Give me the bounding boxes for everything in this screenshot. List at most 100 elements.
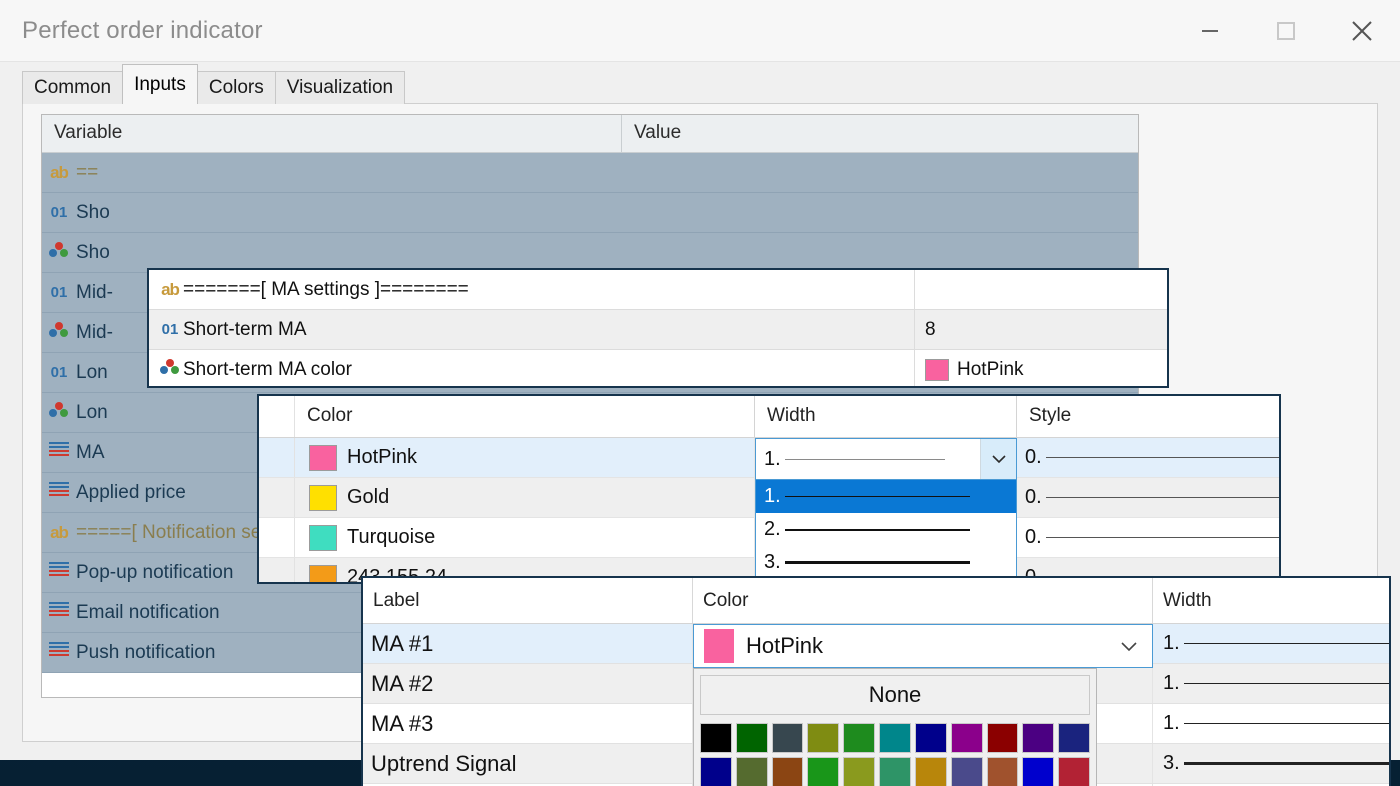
ma-settings-panel: ab =======[ MA settings ]======== 01 Short-… (147, 268, 1169, 388)
palette-swatch[interactable] (735, 757, 768, 786)
palette-swatch[interactable] (879, 723, 911, 753)
title-bar: Perfect order indicator (0, 0, 1400, 62)
dialog-window: Perfect order indicator Common Inputs Colo… (0, 0, 1400, 786)
palette-swatch[interactable] (771, 723, 804, 753)
palette-swatch[interactable] (843, 757, 876, 786)
palette-swatch[interactable] (1058, 723, 1090, 753)
row-label: MA #2 (371, 670, 434, 696)
labels-panel: Label Color Width MA #1 HotPink 1. MA #2 1. M… (361, 576, 1391, 786)
width-combobox[interactable]: 1. (755, 438, 1017, 480)
row-value: 8 (925, 318, 936, 340)
table-row[interactable]: ab =======[ MA settings ]======== (149, 270, 1167, 310)
column-header-label: Label (363, 578, 693, 623)
row-label: Mid- (76, 281, 113, 303)
row-value: HotPink (957, 358, 1024, 380)
row-label: Pop-up notification (76, 561, 234, 583)
close-icon (1352, 20, 1372, 41)
maximize-button[interactable] (1248, 0, 1324, 61)
width-value: 3. (1163, 752, 1180, 774)
palette-swatch[interactable] (771, 757, 804, 786)
color-palette-grid[interactable] (700, 723, 1090, 786)
color-width-style-panel: Color Width Style HotPink 1. 0. Gold 0. Turqu… (257, 394, 1281, 584)
width-line (1183, 683, 1389, 684)
palette-swatch[interactable] (914, 757, 947, 786)
palette-swatch[interactable] (807, 723, 840, 753)
minimize-icon (1202, 29, 1218, 32)
cws-header: Color Width Style (259, 396, 1279, 438)
color-combobox[interactable]: HotPink (693, 624, 1153, 668)
palette-swatch[interactable] (986, 757, 1019, 786)
row-label: Mid- (76, 321, 113, 343)
palette-swatch[interactable] (1022, 757, 1055, 786)
type-enum-icon (49, 442, 69, 458)
ma-settings-rows: ab =======[ MA settings ]======== 01 Short-… (149, 270, 1167, 386)
maximize-icon (1277, 21, 1295, 40)
width-line (1183, 762, 1389, 765)
table-row[interactable]: ab == (42, 153, 1138, 193)
tab-colors[interactable]: Colors (196, 71, 276, 104)
style-value: 0. (1025, 446, 1042, 468)
palette-swatch[interactable] (986, 723, 1019, 753)
type-enum-icon (49, 602, 69, 618)
width-option[interactable]: 1. (756, 480, 1016, 513)
tab-inputs[interactable]: Inputs (122, 64, 198, 104)
palette-swatch[interactable] (700, 723, 732, 753)
column-header-color: Color (295, 396, 755, 437)
width-option[interactable]: 3. (756, 546, 1016, 579)
width-option-label: 2. (764, 518, 781, 540)
labels-header: Label Color Width (363, 578, 1389, 624)
row-label: Push notification (76, 641, 216, 663)
column-header-width2: Width (1163, 590, 1212, 611)
width-preview-line (784, 458, 945, 460)
width-option-label: 3. (764, 551, 781, 573)
style-value: 0. (1025, 526, 1042, 548)
column-header-value: Value (634, 122, 682, 143)
column-header-variable: Variable (42, 115, 622, 152)
palette-swatch[interactable] (700, 757, 732, 786)
color-none-button[interactable]: None (700, 675, 1090, 715)
minimize-button[interactable] (1172, 0, 1248, 61)
column-header-color2: Color (693, 578, 1153, 623)
chevron-down-icon[interactable] (1120, 641, 1138, 652)
palette-swatch[interactable] (1022, 723, 1055, 753)
width-value: 1. (1163, 632, 1180, 654)
type-color-icon (160, 359, 180, 375)
palette-swatch[interactable] (735, 723, 768, 753)
row-label: Email notification (76, 601, 220, 623)
tab-common[interactable]: Common (22, 71, 124, 104)
palette-swatch[interactable] (950, 723, 983, 753)
width-option-line (784, 561, 970, 564)
palette-swatch[interactable] (843, 723, 876, 753)
tab-visualization[interactable]: Visualization (274, 71, 406, 104)
table-row[interactable]: Sho (42, 233, 1138, 273)
width-combobox-value: 1. (764, 447, 781, 470)
style-line (1045, 497, 1279, 498)
palette-swatch[interactable] (914, 723, 947, 753)
palette-swatch[interactable] (879, 757, 911, 786)
cws-header-spacer (259, 396, 295, 437)
color-swatch (309, 484, 337, 511)
type-integer-icon: 01 (50, 363, 68, 381)
table-row[interactable]: Short-term MA color HotPink (149, 350, 1167, 386)
type-integer-icon: 01 (161, 320, 179, 338)
type-enum-icon (49, 562, 69, 578)
tab-panel-inputs: Variable Value ab == 01 Sho Sho 01 Mid- Mid- 01 L… (22, 104, 1391, 786)
palette-swatch[interactable] (807, 757, 840, 786)
table-row[interactable]: 01 Short-term MA 8 (149, 310, 1167, 350)
width-option[interactable]: 2. (756, 513, 1016, 546)
color-picker-popup[interactable]: None (693, 668, 1097, 786)
width-option-line (784, 496, 970, 497)
color-combobox-value: HotPink (746, 633, 824, 658)
table-row[interactable]: 01 Sho (42, 193, 1138, 233)
color-swatch (925, 358, 949, 381)
type-string-icon: ab (50, 162, 69, 182)
chevron-down-icon[interactable] (980, 439, 1016, 479)
type-string-icon: ab (161, 279, 180, 299)
width-option-label: 1. (764, 485, 781, 507)
close-button[interactable] (1324, 0, 1400, 61)
row-label: MA (76, 441, 105, 463)
palette-swatch[interactable] (1058, 757, 1090, 786)
palette-swatch[interactable] (950, 757, 983, 786)
width-dropdown-list[interactable]: 1.2.3.4. (755, 480, 1017, 582)
row-label: MA #1 (371, 630, 434, 656)
